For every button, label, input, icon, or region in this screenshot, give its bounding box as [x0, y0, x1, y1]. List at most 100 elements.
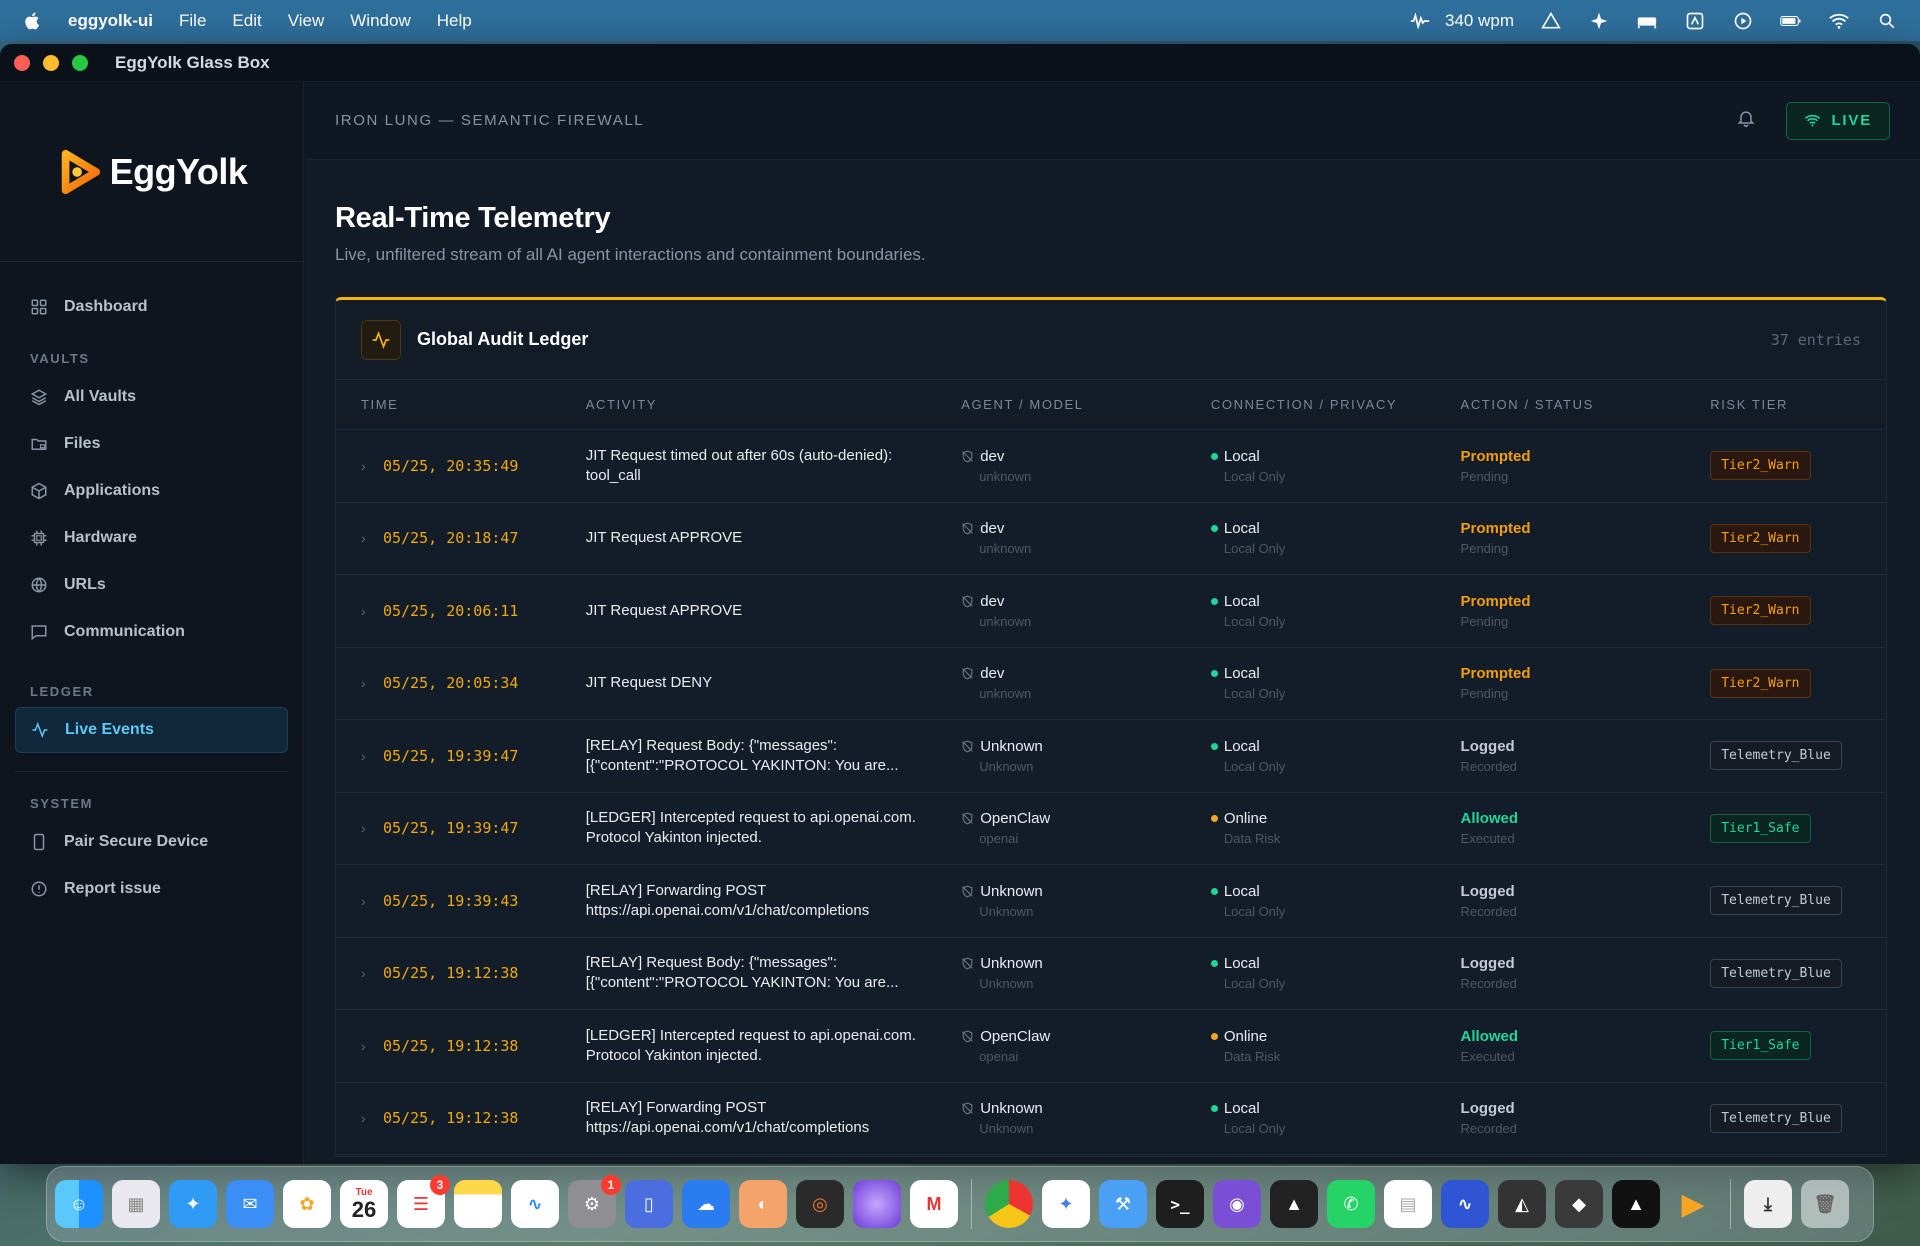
sidebar-item-communication[interactable]: Communication	[15, 609, 288, 655]
triangle-app-icon[interactable]	[1540, 10, 1562, 32]
wpm-readout[interactable]: 340 wpm	[1445, 11, 1514, 31]
cell-status: Prompted Pending	[1461, 448, 1711, 484]
sparkle-icon[interactable]	[1588, 10, 1610, 32]
table-row[interactable]: › 05/25, 20:05:34 JIT Request DENY dev u…	[336, 647, 1886, 720]
chevron-right-icon[interactable]: ›	[361, 458, 371, 474]
eggyolk-dock-icon[interactable]: ▶	[1669, 1180, 1717, 1228]
table-row[interactable]: › 05/25, 19:12:38 [RELAY] Request Body: …	[336, 937, 1886, 1010]
terminal-icon[interactable]: >_	[1156, 1180, 1204, 1228]
table-row[interactable]: › 05/25, 19:12:38 [LEDGER] Intercepted r…	[336, 1010, 1886, 1083]
photos-icon[interactable]: ✿	[283, 1180, 331, 1228]
launchpad-icon[interactable]: ▦	[112, 1180, 160, 1228]
sidebar-item-report-issue[interactable]: Report issue	[15, 866, 288, 912]
spotlight-search-icon[interactable]	[1876, 10, 1898, 32]
gmail-icon[interactable]: M	[910, 1180, 958, 1228]
chevron-right-icon[interactable]: ›	[361, 965, 371, 981]
blender-icon[interactable]: ◎	[796, 1180, 844, 1228]
sidebar-item-dashboard[interactable]: Dashboard	[15, 284, 288, 330]
sidebar-item-hardware[interactable]: Hardware	[15, 515, 288, 561]
column-header-activity[interactable]: ACTIVITY	[586, 397, 962, 412]
zoom-window-button[interactable]	[72, 54, 88, 71]
gemini-icon[interactable]: ✦	[1042, 1180, 1090, 1228]
whatsapp-icon[interactable]: ✆	[1327, 1180, 1375, 1228]
close-window-button[interactable]	[14, 54, 30, 71]
menu-file[interactable]: File	[179, 11, 206, 31]
column-header-agent[interactable]: AGENT / MODEL	[961, 397, 1211, 412]
privacy-label: Local Only	[1223, 541, 1286, 557]
table-row[interactable]: › 05/25, 20:35:49 JIT Request timed out …	[336, 430, 1886, 503]
table-row[interactable]: › 05/25, 19:39:47 [RELAY] Request Body: …	[336, 720, 1886, 793]
column-header-time[interactable]: TIME	[336, 397, 586, 412]
xcode-icon[interactable]: ⚒	[1099, 1180, 1147, 1228]
bed-icon[interactable]	[1636, 10, 1658, 32]
battery-icon[interactable]	[1780, 10, 1802, 32]
chrome-icon[interactable]	[985, 1180, 1033, 1228]
menu-view[interactable]: View	[288, 11, 325, 31]
finder-icon[interactable]: ☺	[55, 1180, 103, 1228]
connection-type: Local	[1223, 447, 1260, 465]
table-row[interactable]: › 05/25, 20:18:47 JIT Request APPROVE de…	[336, 502, 1886, 575]
cell-agent: Unknown Unknown	[961, 1100, 1211, 1136]
action-label: Allowed	[1460, 1027, 1519, 1045]
freeform-icon[interactable]: ∿	[511, 1180, 559, 1228]
app-store-icon[interactable]	[1684, 10, 1706, 32]
column-header-connection[interactable]: CONNECTION / PRIVACY	[1211, 397, 1461, 412]
reminders-icon[interactable]: ☰ 3	[397, 1175, 450, 1228]
sidebar-item-all-vaults[interactable]: All Vaults	[15, 374, 288, 420]
cell-activity: JIT Request APPROVE	[586, 528, 962, 548]
live-status-button[interactable]: LIVE	[1786, 101, 1890, 140]
calendar-icon[interactable]: Tue 26	[340, 1180, 388, 1228]
play-circle-icon[interactable]	[1732, 10, 1754, 32]
column-header-status[interactable]: ACTION / STATUS	[1461, 397, 1711, 412]
safari-icon[interactable]: ✦	[169, 1180, 217, 1228]
cell-agent: dev unknown	[961, 520, 1211, 556]
table-row[interactable]: › 05/25, 19:12:38 [RELAY] Forwarding POS…	[336, 1082, 1886, 1155]
keynote-icon[interactable]: ▲	[1270, 1180, 1318, 1228]
chevron-right-icon[interactable]: ›	[361, 820, 371, 836]
downloads-folder-icon[interactable]: ⤓	[1744, 1180, 1792, 1228]
simulator-icon[interactable]: ▯	[625, 1180, 673, 1228]
voice-app-icon[interactable]: ∿	[1441, 1180, 1489, 1228]
cube-app-icon[interactable]: ◆	[1555, 1180, 1603, 1228]
menu-window[interactable]: Window	[350, 11, 410, 31]
chevron-right-icon[interactable]: ›	[361, 748, 371, 764]
chevron-right-icon[interactable]: ›	[361, 1038, 371, 1054]
sidebar-item-live-events[interactable]: Live Events	[15, 707, 288, 753]
chevron-right-icon[interactable]: ›	[361, 530, 371, 546]
timestamp: 05/25, 20:35:49	[383, 456, 519, 475]
trash-icon[interactable]: 🗑	[1801, 1180, 1849, 1228]
chevron-right-icon[interactable]: ›	[361, 1110, 371, 1126]
table-row[interactable]: › 05/25, 20:06:11 JIT Request APPROVE de…	[336, 575, 1886, 648]
activity-text: JIT Request APPROVE	[585, 601, 743, 619]
notes-icon[interactable]	[454, 1180, 502, 1228]
menu-app-name[interactable]: eggyolk-ui	[68, 11, 153, 31]
system-settings-icon[interactable]: ⚙ 1	[568, 1175, 621, 1228]
sidebar-item-pair-secure-device[interactable]: Pair Secure Device	[15, 819, 288, 865]
bell-icon[interactable]	[1736, 108, 1756, 133]
chevron-right-icon[interactable]: ›	[361, 893, 371, 909]
numbers-icon[interactable]: ▤	[1384, 1180, 1432, 1228]
column-header-risk[interactable]: RISK TIER	[1710, 397, 1886, 412]
orb-app-icon[interactable]	[853, 1180, 901, 1228]
sidebar-item-applications[interactable]: Applications	[15, 468, 288, 514]
menu-edit[interactable]: Edit	[232, 11, 261, 31]
waveform-icon[interactable]	[1409, 10, 1431, 32]
sidebar-item-files[interactable]: Files	[15, 421, 288, 467]
table-row[interactable]: › 05/25, 19:39:47 [LEDGER] Intercepted r…	[336, 792, 1886, 865]
live-label: LIVE	[1831, 112, 1872, 129]
chevron-right-icon[interactable]: ›	[361, 603, 371, 619]
vercel-icon[interactable]: ▲	[1612, 1180, 1660, 1228]
github-icon[interactable]: ◉	[1213, 1180, 1261, 1228]
apple-icon[interactable]	[22, 10, 44, 32]
chevron-right-icon[interactable]: ›	[361, 675, 371, 691]
mail-icon[interactable]: ✉	[226, 1180, 274, 1228]
sidebar-item-urls[interactable]: URLs	[15, 562, 288, 608]
cloud-app-icon[interactable]: ☁	[682, 1180, 730, 1228]
dock: ☺ ▦ ✦ ✉ ✿ Tue 26 ☰ 3 ∿ ⚙ 1 ▯ ☁ ◐ ◎ M ✦ ⚒…	[46, 1166, 1874, 1242]
menu-help[interactable]: Help	[437, 11, 472, 31]
table-row[interactable]: › 05/25, 19:39:43 [RELAY] Forwarding POS…	[336, 865, 1886, 938]
preview-icon[interactable]: ◐	[739, 1180, 787, 1228]
vectorworks-icon[interactable]: ◭	[1498, 1180, 1546, 1228]
minimize-window-button[interactable]	[43, 54, 59, 71]
wifi-icon[interactable]	[1828, 10, 1850, 32]
